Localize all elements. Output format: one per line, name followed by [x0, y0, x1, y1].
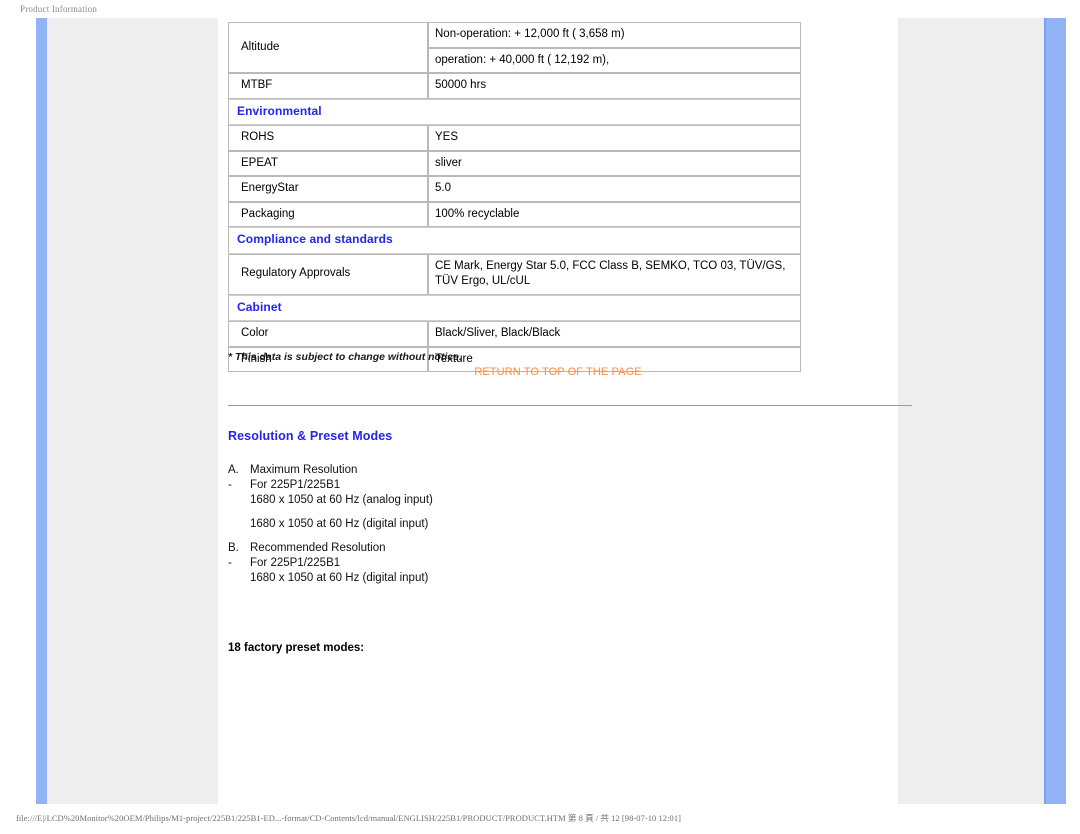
section-header-row-environmental: Environmental: [228, 98, 801, 126]
right-blue-rail: [1044, 18, 1066, 804]
list-marker-dash-a: -: [228, 479, 232, 491]
cell-packaging-label: Packaging: [228, 201, 428, 228]
section-header-row-compliance: Compliance and standards: [228, 227, 801, 254]
section-title-compliance: Compliance and standards: [237, 232, 393, 247]
resolution-list: A. Maximum Resolution - For 225P1/225B1 …: [228, 464, 788, 587]
main-content-column: Altitude Non-operation: + 12,000 ft ( 3,…: [218, 18, 912, 804]
maximum-resolution-analog: 1680 x 1050 at 60 Hz (analog input): [250, 494, 433, 506]
right-blue-rail-edge: [1044, 18, 1046, 804]
print-footer-url: file:///E|/LCD%20Monitor%20OEM/Philips/M…: [16, 813, 682, 823]
cell-rohs-label: ROHS: [228, 125, 428, 151]
cell-mtbf-label: MTBF: [228, 73, 428, 99]
page-root: Product Information Altitude Non-operati…: [0, 0, 1080, 834]
section-header-cell: Compliance and standards: [228, 227, 801, 254]
cell-altitude-label: Altitude: [228, 22, 428, 74]
specifications-table: Altitude Non-operation: + 12,000 ft ( 3,…: [228, 22, 801, 373]
horizontal-divider: [228, 405, 912, 406]
recommended-resolution-digital: 1680 x 1050 at 60 Hz (digital input): [250, 572, 429, 584]
table-row: Altitude Non-operation: + 12,000 ft ( 3,…: [228, 22, 801, 74]
return-to-top-link[interactable]: RETURN TO TOP OF THE PAGE: [218, 366, 898, 378]
list-marker-a: A.: [228, 464, 239, 476]
maximum-resolution-digital: 1680 x 1050 at 60 Hz (digital input): [250, 518, 429, 530]
table-row: EnergyStar 5.0: [228, 176, 801, 202]
print-header-title: Product Information: [20, 4, 98, 14]
disclaimer-note: * This data is subject to change without…: [228, 351, 462, 363]
section-header-row-cabinet: Cabinet: [228, 294, 801, 322]
cell-epeat-label: EPEAT: [228, 150, 428, 177]
cell-energystar-value: 5.0: [428, 176, 801, 202]
section-header-cell: Cabinet: [228, 294, 801, 322]
cell-epeat-value: sliver: [428, 150, 801, 177]
cell-packaging-value: 100% recyclable: [428, 201, 801, 228]
left-blue-rail: [36, 18, 47, 804]
section-title-environmental: Environmental: [237, 103, 322, 118]
recommended-resolution-model: For 225P1/225B1: [250, 557, 341, 569]
list-item: 1680 x 1050 at 60 Hz (digital input): [228, 518, 788, 530]
table-row: Packaging 100% recyclable: [228, 201, 801, 228]
cell-regulatory-value: CE Mark, Energy Star 5.0, FCC Class B, S…: [428, 253, 801, 295]
cell-color-label: Color: [228, 321, 428, 347]
list-item: - For 225P1/225B1: [228, 479, 788, 491]
left-sidebar-panel: [47, 18, 218, 804]
cell-altitude-value-operation: operation: + 40,000 ft ( 12,192 m),: [428, 47, 801, 74]
list-item: 1680 x 1050 at 60 Hz (analog input): [228, 494, 788, 506]
section-header-cell: Environmental: [228, 98, 801, 126]
list-item: 1680 x 1050 at 60 Hz (digital input): [228, 572, 788, 584]
maximum-resolution-title: Maximum Resolution: [250, 464, 358, 476]
section-title-cabinet: Cabinet: [237, 299, 282, 314]
table-row: MTBF 50000 hrs: [228, 73, 801, 99]
cell-regulatory-label: Regulatory Approvals: [228, 253, 428, 295]
list-item: B. Recommended Resolution: [228, 542, 788, 554]
list-item: - For 225P1/225B1: [228, 557, 788, 569]
table-row: Regulatory Approvals CE Mark, Energy Sta…: [228, 253, 801, 295]
cell-energystar-label: EnergyStar: [228, 176, 428, 202]
maximum-resolution-model: For 225P1/225B1: [250, 479, 341, 491]
right-sidebar-panel: [898, 18, 1044, 804]
cell-color-value: Black/Sliver, Black/Black: [428, 321, 801, 347]
factory-preset-modes-heading: 18 factory preset modes:: [228, 642, 365, 654]
table-row: EPEAT sliver: [228, 150, 801, 177]
cell-rohs-value: YES: [428, 125, 801, 151]
resolution-section-heading: Resolution & Preset Modes: [228, 429, 393, 443]
cell-mtbf-value: 50000 hrs: [428, 73, 801, 99]
table-row: ROHS YES: [228, 125, 801, 151]
recommended-resolution-title: Recommended Resolution: [250, 542, 386, 554]
list-item: A. Maximum Resolution: [228, 464, 788, 476]
cell-altitude-value-nonoperation: Non-operation: + 12,000 ft ( 3,658 m): [428, 22, 801, 48]
list-marker-dash-b: -: [228, 557, 232, 569]
table-row: Color Black/Sliver, Black/Black: [228, 321, 801, 347]
list-marker-b: B.: [228, 542, 239, 554]
